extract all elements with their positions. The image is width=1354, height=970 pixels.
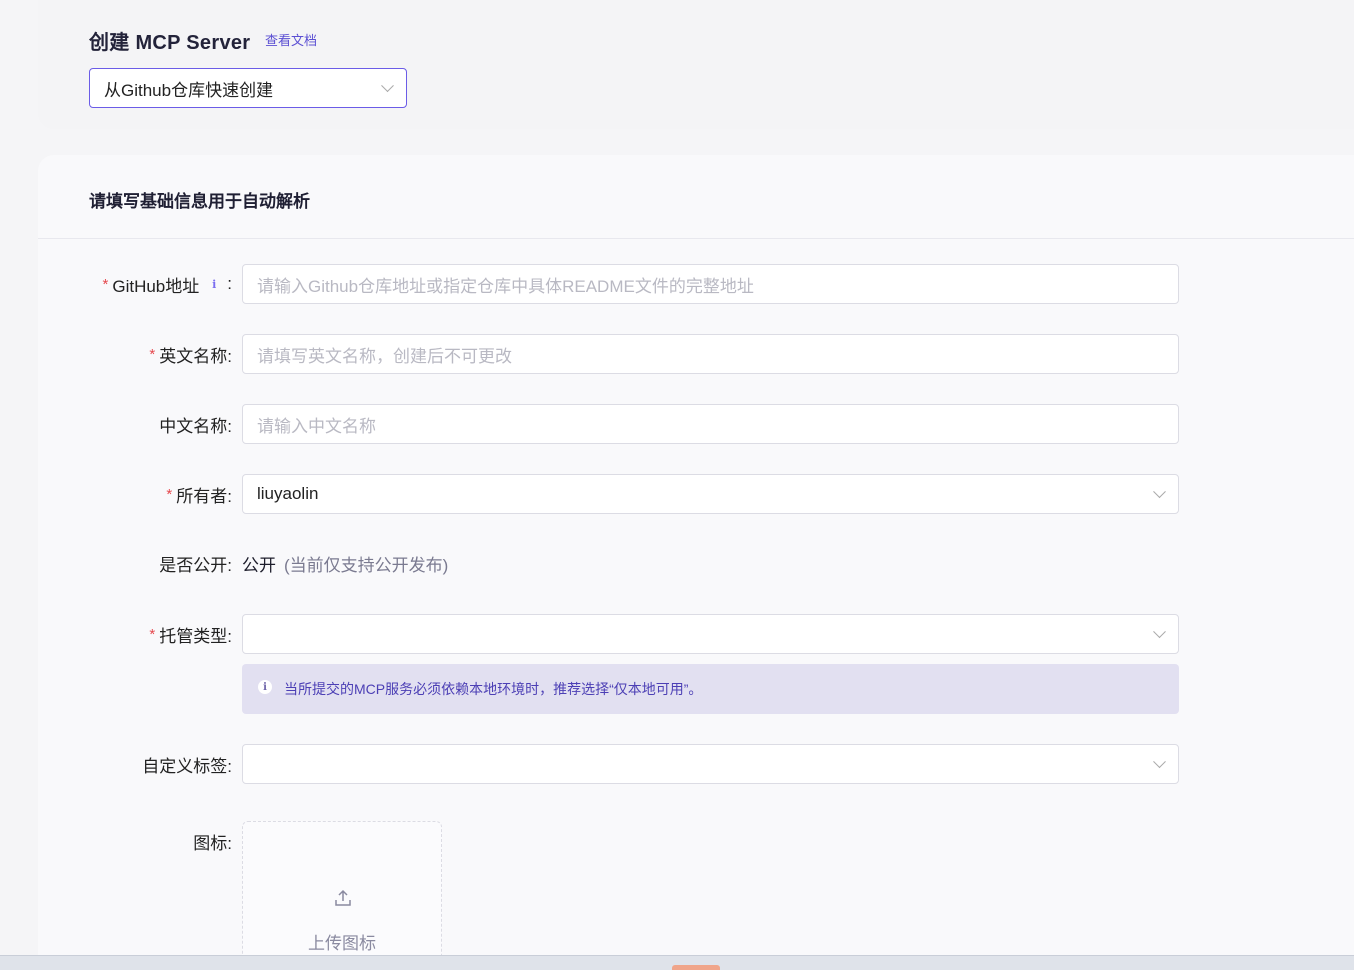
hosting-type-label-text: 托管类型: (159, 626, 232, 646)
icon-label: 图标: (193, 821, 232, 861)
custom-tags-select[interactable] (242, 744, 1179, 784)
create-mode-card (38, 0, 1354, 129)
owner-label: * 所有者: (166, 474, 232, 514)
english-name-input[interactable]: 请填写英文名称，创建后不可更改 (242, 334, 1179, 374)
english-name-placeholder: 请填写英文名称，创建后不可更改 (257, 346, 512, 366)
chinese-name-label: 中文名称: (159, 404, 232, 444)
english-name-label: * 英文名称: (149, 334, 232, 374)
section-divider (38, 238, 1354, 239)
info-icon: i (258, 680, 272, 694)
github-label-text: GitHub地址 (112, 276, 200, 296)
owner-value: liuyaolin (257, 484, 319, 503)
upload-icon-text: 上传图标 (308, 934, 376, 953)
hosting-notice-text: 当所提交的MCP服务必须依赖本地环境时，推荐选择“仅本地可用”。 (284, 681, 703, 697)
chevron-down-icon (381, 79, 394, 93)
create-mode-select[interactable]: 从Github仓库快速创建 (89, 68, 407, 108)
create-mode-value: 从Github仓库快速创建 (104, 80, 274, 100)
chevron-down-icon (1153, 485, 1166, 499)
public-value: 公开 (242, 555, 276, 575)
english-name-label-text: 英文名称: (159, 346, 232, 366)
hosting-notice: i 当所提交的MCP服务必须依赖本地环境时，推荐选择“仅本地可用”。 (242, 664, 1179, 714)
view-docs-link[interactable]: 查看文档 (265, 30, 317, 49)
chinese-name-input[interactable]: 请输入中文名称 (242, 404, 1179, 444)
icon-upload-button[interactable]: 上传图标 (242, 821, 442, 970)
required-asterisk: * (149, 345, 156, 363)
chinese-name-label-text: 中文名称: (159, 416, 232, 436)
hosting-type-label: * 托管类型: (149, 614, 232, 654)
upload-icon (335, 889, 351, 906)
owner-label-text: 所有者: (176, 486, 232, 506)
owner-select[interactable]: liuyaolin (242, 474, 1179, 514)
hosting-type-select[interactable] (242, 614, 1179, 654)
taskbar-indicator (672, 965, 720, 970)
custom-tags-label: 自定义标签: (142, 744, 232, 784)
chevron-down-icon (1153, 755, 1166, 769)
custom-tags-label-text: 自定义标签: (142, 756, 232, 776)
chinese-name-placeholder: 请输入中文名称 (257, 416, 376, 436)
public-label-text: 是否公开: (159, 555, 232, 575)
required-asterisk: * (166, 485, 173, 503)
github-label-colon: : (227, 274, 232, 293)
section-title: 请填写基础信息用于自动解析 (89, 192, 310, 211)
chevron-down-icon (1153, 625, 1166, 639)
public-label: 是否公开: (159, 543, 232, 583)
public-status: 公开 (当前仅支持公开发布) (242, 543, 448, 583)
info-icon[interactable]: i (207, 277, 221, 291)
required-asterisk: * (149, 625, 156, 643)
icon-label-text: 图标: (193, 833, 232, 853)
public-hint: (当前仅支持公开发布) (284, 555, 449, 575)
github-url-placeholder: 请输入Github仓库地址或指定仓库中具体README文件的完整地址 (257, 276, 754, 296)
github-url-input[interactable]: 请输入Github仓库地址或指定仓库中具体README文件的完整地址 (242, 264, 1179, 304)
page-title: 创建 MCP Server (89, 32, 251, 54)
github-label: * GitHub地址 i : (103, 264, 233, 304)
required-asterisk: * (102, 275, 109, 293)
